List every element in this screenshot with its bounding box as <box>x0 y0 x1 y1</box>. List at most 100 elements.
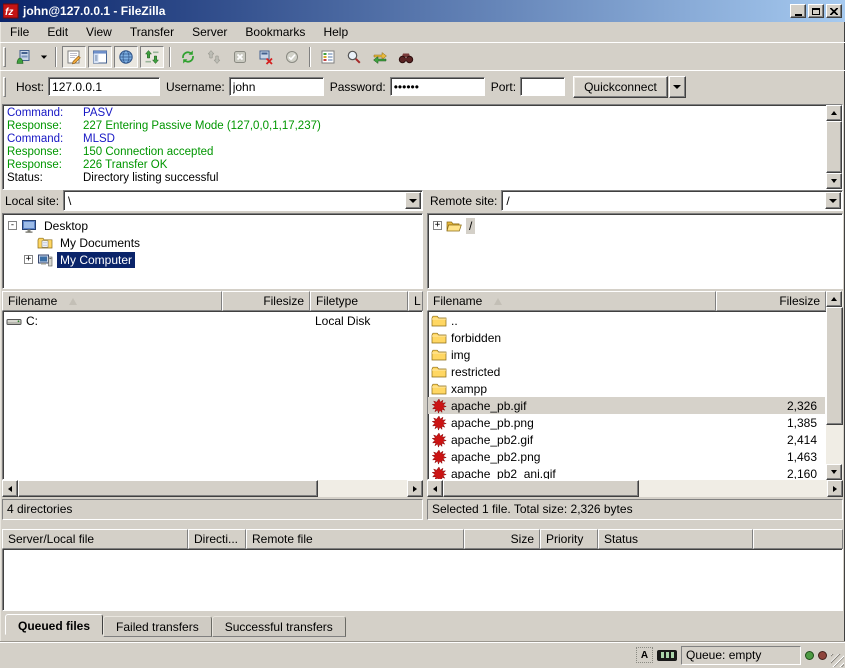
column-header[interactable]: Priority <box>540 529 598 549</box>
password-input[interactable] <box>390 77 485 96</box>
quickconnect-button[interactable]: Quickconnect <box>573 76 668 98</box>
column-header[interactable]: Filetype <box>310 291 408 311</box>
file-row[interactable]: C:Local Disk <box>3 312 422 329</box>
column-header[interactable]: Directi... <box>188 529 246 549</box>
remote-site-value[interactable]: / <box>502 194 825 208</box>
file-row[interactable]: forbidden <box>428 329 825 346</box>
port-input[interactable] <box>520 77 565 96</box>
process-queue-button[interactable] <box>202 46 226 68</box>
toggle-local-tree-button[interactable] <box>88 46 112 68</box>
queue-tab[interactable]: Successful transfers <box>212 616 346 637</box>
file-row[interactable]: apache_pb.png1,385 <box>428 414 825 431</box>
column-header[interactable]: Remote file <box>246 529 464 549</box>
scroll-left-button[interactable] <box>2 480 18 497</box>
scrollbar-thumb[interactable] <box>826 121 842 173</box>
file-row[interactable]: apache_pb.gif2,326 <box>428 397 825 414</box>
folder-icon <box>431 330 447 346</box>
image-icon <box>431 432 447 448</box>
column-header[interactable]: Size <box>464 529 540 549</box>
toolbar-grip[interactable] <box>3 47 6 67</box>
find-files-button[interactable] <box>394 46 418 68</box>
remote-horizontal-scrollbar[interactable] <box>427 480 843 497</box>
synchronized-browsing-icon <box>372 49 388 65</box>
column-header[interactable]: Filesize <box>222 291 310 311</box>
tree-row[interactable]: My Documents <box>22 234 422 251</box>
tree-expander[interactable]: + <box>433 221 442 230</box>
scrollbar-track[interactable] <box>826 425 843 464</box>
scroll-right-button[interactable] <box>407 480 423 497</box>
close-button[interactable] <box>826 4 842 18</box>
queue-tab[interactable]: Failed transfers <box>103 616 212 637</box>
menu-item[interactable]: Help <box>314 22 357 42</box>
find-files-icon <box>398 49 414 65</box>
tree-row[interactable]: +My Computer <box>22 251 422 268</box>
cancel-operation-button[interactable] <box>228 46 252 68</box>
toggle-message-log-button[interactable] <box>62 46 86 68</box>
quickconnect-grip[interactable] <box>3 77 6 97</box>
dropdown-arrow-button[interactable] <box>37 46 50 68</box>
transfer-type-icon[interactable]: A <box>636 647 653 663</box>
directory-filters-button[interactable] <box>316 46 340 68</box>
host-input[interactable] <box>48 77 160 96</box>
file-row[interactable]: img <box>428 346 825 363</box>
column-header[interactable]: Filesize <box>716 291 826 311</box>
directory-comparison-button[interactable] <box>342 46 366 68</box>
synchronized-browsing-button[interactable] <box>368 46 392 68</box>
tree-row[interactable]: +/ <box>431 217 842 234</box>
site-manager-button[interactable] <box>11 46 35 68</box>
menu-item[interactable]: Edit <box>38 22 77 42</box>
column-header[interactable]: L <box>408 291 423 311</box>
file-row[interactable]: xampp <box>428 380 825 397</box>
scrollbar-thumb[interactable] <box>826 307 843 425</box>
file-row[interactable]: .. <box>428 312 825 329</box>
folder-icon <box>431 347 447 363</box>
scroll-up-button[interactable] <box>826 105 842 121</box>
reconnect-button[interactable] <box>280 46 304 68</box>
log-scrollbar[interactable] <box>826 105 842 189</box>
resize-grip[interactable] <box>831 654 844 667</box>
menu-item[interactable]: Server <box>183 22 236 42</box>
tree-row[interactable]: -Desktop <box>6 217 422 234</box>
remote-site-dropdown-button[interactable] <box>825 192 841 209</box>
username-input[interactable] <box>229 77 324 96</box>
refresh-button[interactable] <box>176 46 200 68</box>
column-header[interactable]: Filename <box>2 291 222 311</box>
scroll-left-button[interactable] <box>427 480 443 497</box>
menu-item[interactable]: Bookmarks <box>236 22 314 42</box>
scrollbar-track[interactable] <box>639 480 827 497</box>
maximize-button[interactable] <box>808 4 824 18</box>
remote-site-combo[interactable]: / <box>501 190 843 211</box>
scrollbar-track[interactable] <box>318 480 407 497</box>
toggle-transfer-queue-button[interactable] <box>140 46 164 68</box>
column-header[interactable]: Status <box>598 529 753 549</box>
file-row[interactable]: apache_pb2.png1,463 <box>428 448 825 465</box>
file-row[interactable]: restricted <box>428 363 825 380</box>
toggle-remote-tree-button[interactable] <box>114 46 138 68</box>
scrollbar-thumb[interactable] <box>18 480 318 497</box>
local-site-value[interactable]: \ <box>64 194 405 208</box>
scrollbar-thumb[interactable] <box>443 480 639 497</box>
menu-item[interactable]: File <box>1 22 38 42</box>
menu-item[interactable]: View <box>77 22 121 42</box>
queue-tab[interactable]: Queued files <box>5 614 103 635</box>
scroll-right-button[interactable] <box>827 480 843 497</box>
scroll-up-button[interactable] <box>826 291 842 307</box>
scroll-down-button[interactable] <box>826 464 842 480</box>
tree-expander[interactable]: + <box>24 255 33 264</box>
disconnect-button[interactable] <box>254 46 278 68</box>
minimize-button[interactable] <box>790 4 806 18</box>
column-header[interactable]: Filename <box>427 291 716 311</box>
remote-vertical-scrollbar[interactable] <box>826 291 843 480</box>
reconnect-icon <box>284 49 300 65</box>
local-site-dropdown-button[interactable] <box>405 192 421 209</box>
tree-expander[interactable]: - <box>8 221 17 230</box>
file-row[interactable]: apache_pb2_ani.gif2,160 <box>428 465 825 480</box>
local-horizontal-scrollbar[interactable] <box>2 480 423 497</box>
quickconnect-dropdown-button[interactable] <box>669 76 686 98</box>
local-site-combo[interactable]: \ <box>63 190 423 211</box>
menu-item[interactable]: Transfer <box>121 22 183 42</box>
speed-limit-icon[interactable] <box>657 650 677 661</box>
scroll-down-button[interactable] <box>826 173 842 189</box>
file-row[interactable]: apache_pb2.gif2,414 <box>428 431 825 448</box>
column-header[interactable]: Server/Local file <box>2 529 188 549</box>
